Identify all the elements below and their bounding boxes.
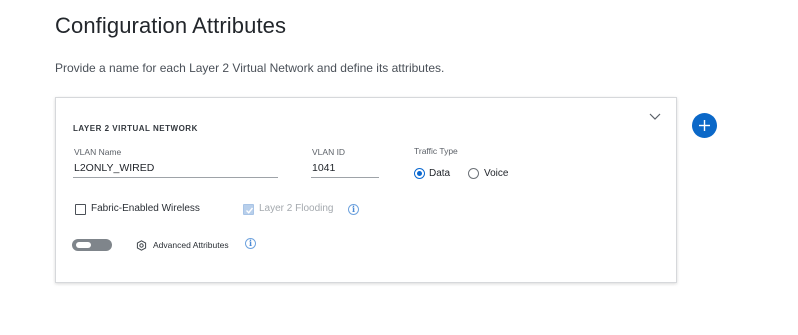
- traffic-type-voice-radio[interactable]: [468, 168, 479, 179]
- page-subtitle: Provide a name for each Layer 2 Virtual …: [55, 61, 445, 75]
- chevron-down-icon[interactable]: [648, 112, 662, 122]
- traffic-type-voice-label[interactable]: Voice: [484, 168, 508, 179]
- layer2-flooding-label: Layer 2 Flooding: [259, 203, 334, 214]
- fabric-enabled-wireless-checkbox[interactable]: [75, 204, 86, 215]
- section-heading: LAYER 2 VIRTUAL NETWORK: [73, 124, 198, 133]
- advanced-attributes-label[interactable]: Advanced Attributes: [153, 240, 229, 250]
- layer2-virtual-network-card: LAYER 2 VIRTUAL NETWORK VLAN Name VLAN I…: [55, 97, 677, 283]
- gear-icon: [136, 240, 147, 251]
- add-virtual-network-button[interactable]: [692, 113, 717, 138]
- info-icon[interactable]: i: [245, 238, 256, 249]
- vlan-id-label: VLAN ID: [312, 147, 346, 157]
- advanced-attributes-toggle[interactable]: [72, 239, 112, 251]
- vlan-name-label: VLAN Name: [74, 147, 122, 157]
- plus-icon: [699, 120, 710, 131]
- toggle-knob: [76, 242, 91, 248]
- vlan-id-input[interactable]: [311, 161, 379, 178]
- traffic-type-data-label[interactable]: Data: [429, 168, 450, 179]
- info-icon[interactable]: i: [348, 204, 359, 215]
- fabric-enabled-wireless-label[interactable]: Fabric-Enabled Wireless: [91, 203, 200, 214]
- page-title: Configuration Attributes: [55, 13, 287, 38]
- layer2-flooding-checkbox[interactable]: [243, 204, 254, 215]
- traffic-type-label: Traffic Type: [414, 146, 458, 156]
- vlan-name-input[interactable]: [73, 161, 278, 178]
- traffic-type-data-radio[interactable]: [414, 168, 425, 179]
